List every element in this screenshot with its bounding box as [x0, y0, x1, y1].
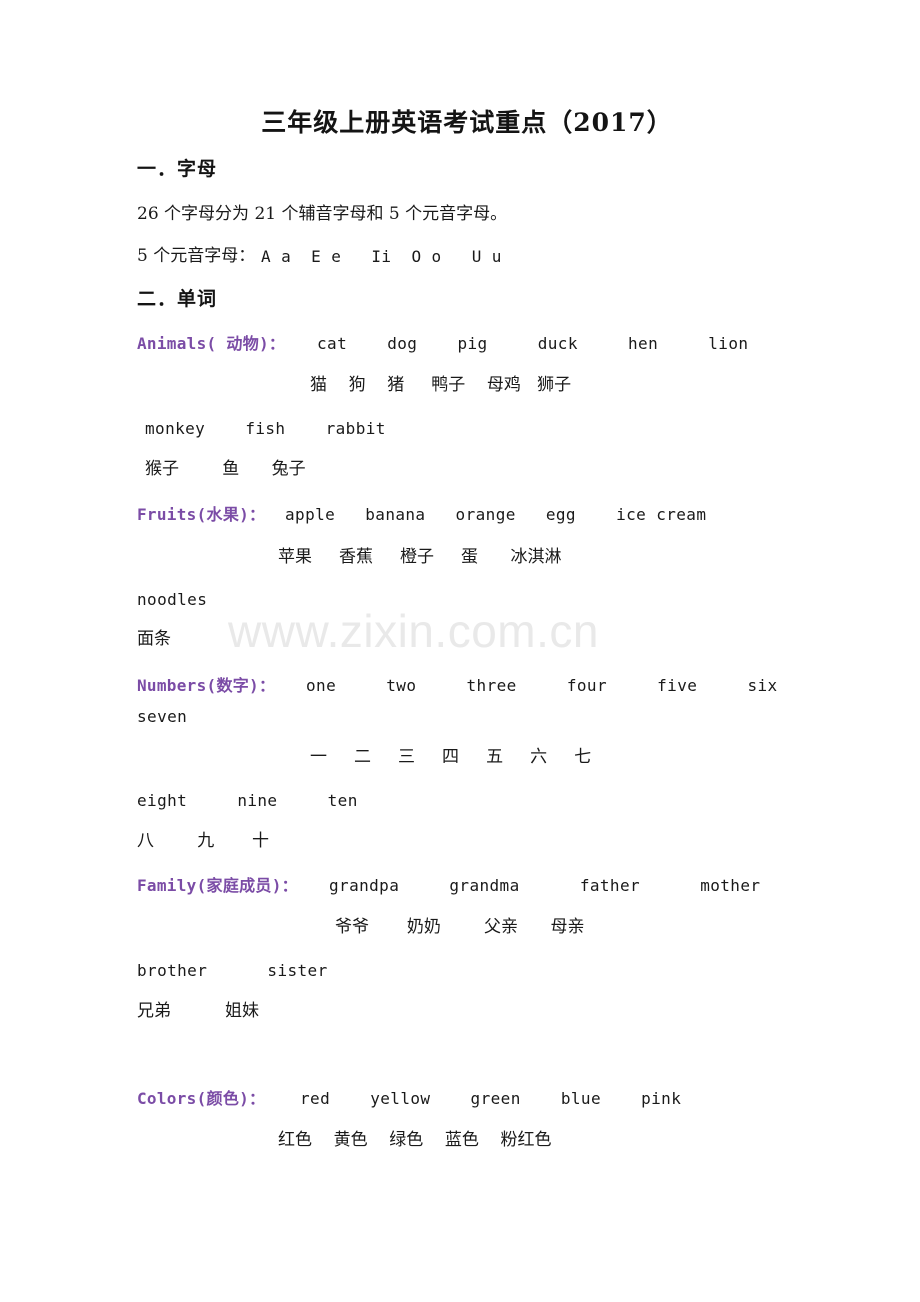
vocab-en-animals-row1: cat dog pig duck hen lion	[317, 334, 749, 353]
vocab-en-animals-row2: monkey fish rabbit	[145, 419, 386, 438]
vocab-label-colors: Colors(颜色)：	[137, 1089, 266, 1108]
vocab-en-numbers-row2: eight nine ten	[137, 791, 358, 810]
vocab-en-fruits-row2: noodles	[137, 590, 208, 609]
vocab-label-fruits: Fruits(水果)：	[137, 505, 266, 524]
vocab-en-numbers-row1-continued: seven	[137, 707, 188, 726]
vocab-en-fruits-row1: apple banana orange egg ice cream	[285, 505, 707, 524]
vocab-cn-fruits-row1: 苹果 香蕉 橙子 蛋 冰淇淋	[278, 547, 562, 567]
vocab-cn-animals-row1: 猫 狗 猪 鸭子 母鸡 狮子	[310, 375, 572, 395]
vowels-label-line: 5 个元音字母：	[137, 246, 256, 266]
site-watermark: www.zixin.com.cn	[228, 605, 599, 657]
vocab-cn-colors-row1: 红色 黄色 绿色 蓝色 粉红色	[278, 1130, 552, 1150]
document-page: www.zixin.com.cn 三年级上册英语考试重点（2017） 一．字母 …	[0, 0, 920, 1302]
vocab-en-family-row2: brother sister	[137, 961, 328, 980]
page-title: 三年级上册英语考试重点（2017）	[261, 108, 673, 137]
vocab-cn-numbers-row1: 一 二 三 四 五 六 七	[310, 747, 592, 767]
vocab-cn-fruits-row2: 面条	[137, 629, 171, 649]
vowels-letters: A a E e Ii O o U u	[261, 247, 502, 266]
section-heading-letters: 一．字母	[137, 158, 218, 180]
letters-count-line: 26 个字母分为 21 个辅音字母和 5 个元音字母。	[137, 204, 508, 224]
vocab-en-family-row1: grandpa grandma father mother	[329, 876, 761, 895]
vocab-cn-numbers-row2: 八 九 十	[137, 831, 270, 851]
section-heading-words: 二．单词	[137, 288, 218, 310]
vocab-en-numbers-row1: one two three four five six	[306, 676, 778, 695]
vocab-cn-animals-row2: 猴子 鱼 兔子	[145, 459, 306, 479]
vocab-cn-family-row1: 爷爷 奶奶 父亲 母亲	[335, 917, 585, 937]
vocab-cn-family-row2: 兄弟 姐妹	[137, 1001, 260, 1021]
vocab-label-numbers: Numbers(数字)：	[137, 676, 276, 695]
vocab-en-colors-row1: red yellow green blue pink	[300, 1089, 682, 1108]
vocab-label-animals: Animals( 动物)：	[137, 334, 286, 353]
vocab-label-family: Family(家庭成员)：	[137, 876, 298, 895]
